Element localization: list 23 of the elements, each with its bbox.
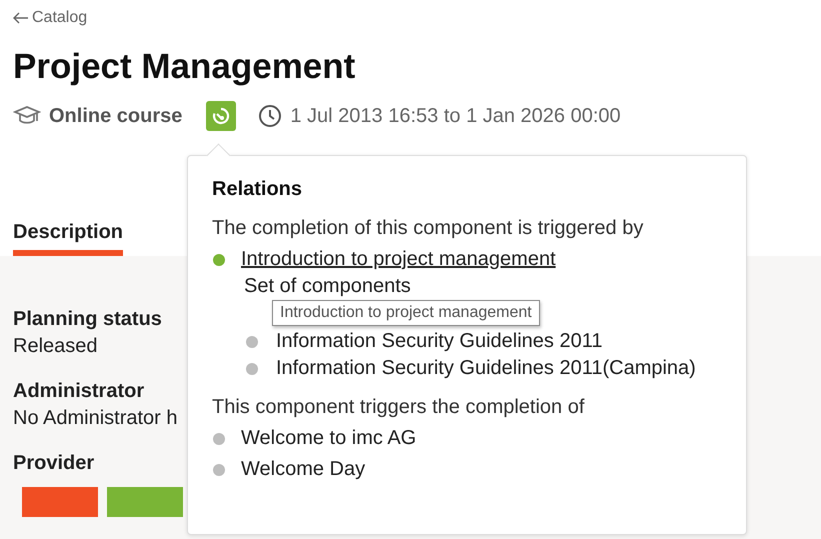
relation-item: Information Security Guidelines 2011(Campina) [276,357,696,380]
group-label: Set of components [244,275,412,298]
field-label: Administrator [13,380,144,403]
date-range: 1 Jul 2013 16:53 to 1 Jan 2026 00:00 [290,104,621,128]
course-type: Online course [49,104,182,128]
relation-item: Welcome to imc AG [241,427,416,450]
relation-link[interactable]: Introduction to project management [241,248,556,271]
field-value: Released [13,335,98,358]
relation-item: Welcome Day [241,458,366,481]
relations-button[interactable] [206,101,236,131]
relation-item: Information Security Guidelines 2011 [276,330,602,353]
relations-icon [211,106,232,126]
page-title: Project Management [13,47,356,87]
tooltip: Introduction to project management [272,300,540,326]
section-heading: This component triggers the completion of [212,396,586,419]
back-link[interactable]: Catalog [13,9,88,27]
field-label: Provider [13,452,94,475]
arrow-left-icon [13,12,29,24]
section-heading: The completion of this component is triggered by [212,217,644,240]
field-label: Planning status [13,308,162,331]
clock-icon [258,104,282,128]
field-value: No Administrator h [13,407,178,430]
popover-title: Relations [212,178,304,201]
